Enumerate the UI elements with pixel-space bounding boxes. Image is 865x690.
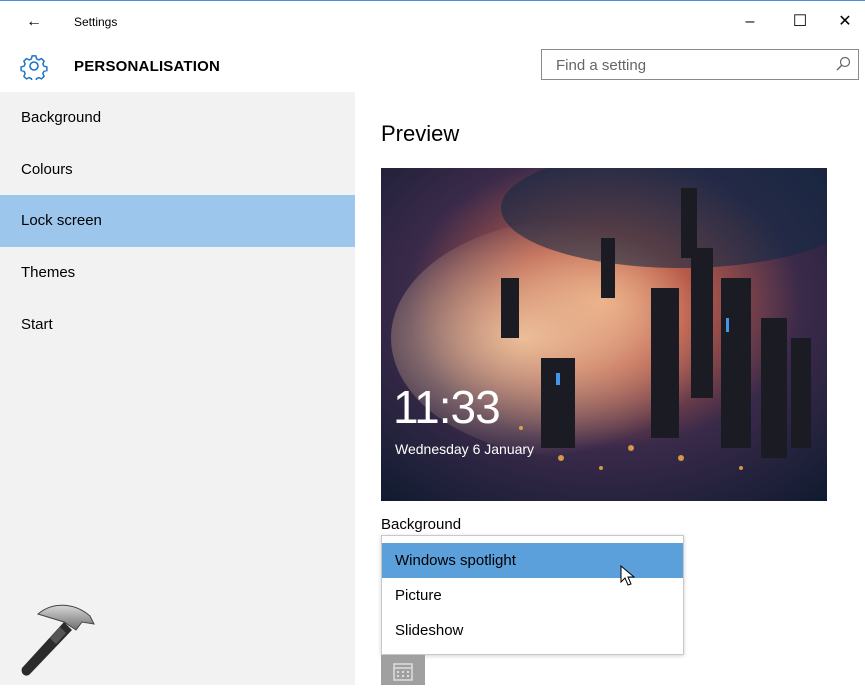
sidebar: Background Colours Lock screen Themes St… [0, 92, 355, 685]
option-picture[interactable]: Picture [382, 578, 683, 613]
calendar-app-button[interactable] [381, 655, 425, 685]
background-label: Background [381, 516, 462, 533]
close-button[interactable]: ✕ [826, 7, 864, 37]
hammer-icon [21, 604, 95, 676]
settings-header: PERSONALISATION [0, 44, 865, 90]
sidebar-item-label: Start [21, 316, 53, 333]
maximize-button[interactable]: ☐ [777, 7, 823, 37]
sidebar-item-label: Colours [21, 161, 73, 178]
section-title: PERSONALISATION [74, 58, 221, 75]
sidebar-item-start[interactable]: Start [0, 299, 355, 351]
lock-screen-date: Wednesday 6 January [395, 441, 535, 457]
sidebar-item-label: Lock screen [21, 212, 102, 229]
search-icon[interactable] [834, 55, 852, 73]
calendar-icon [393, 663, 413, 681]
lock-screen-time: 11:33 [393, 381, 501, 433]
mouse-cursor-icon [620, 565, 636, 586]
sidebar-item-label: Themes [21, 264, 76, 281]
preview-title: Preview [381, 121, 460, 146]
background-dropdown[interactable]: Windows spotlight Picture Slideshow [381, 535, 684, 655]
back-arrow-icon[interactable]: ← [22, 10, 46, 34]
search-box[interactable] [541, 49, 859, 80]
minimize-button[interactable]: – [727, 7, 773, 37]
gear-icon [20, 55, 48, 80]
option-label: Slideshow [395, 622, 464, 639]
option-label: Windows spotlight [395, 552, 516, 569]
sidebar-item-background[interactable]: Background [0, 92, 355, 144]
search-input[interactable] [554, 56, 818, 75]
window-title: Settings [74, 15, 118, 29]
sidebar-item-label: Background [21, 109, 102, 126]
sidebar-item-lock-screen[interactable]: Lock screen [0, 195, 355, 247]
option-label: Picture [395, 587, 442, 604]
option-windows-spotlight[interactable]: Windows spotlight [382, 543, 683, 578]
option-slideshow[interactable]: Slideshow [382, 613, 683, 648]
title-bar: ← Settings – ☐ ✕ [0, 0, 865, 44]
sidebar-item-themes[interactable]: Themes [0, 247, 355, 299]
sidebar-item-colours[interactable]: Colours [0, 144, 355, 196]
